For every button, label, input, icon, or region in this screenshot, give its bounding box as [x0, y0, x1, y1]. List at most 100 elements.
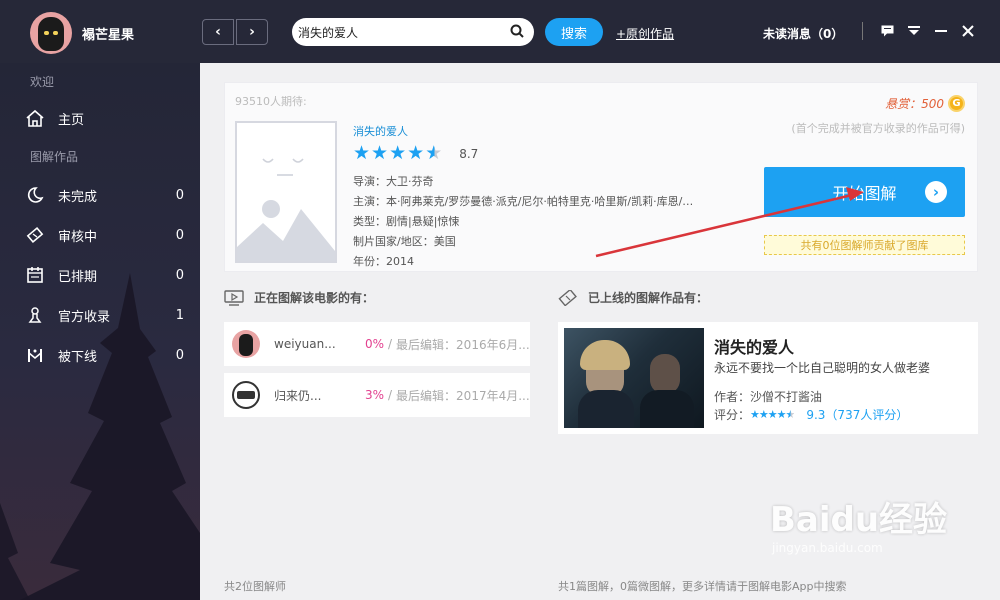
movie-region: 制片国家/地区：美国 [353, 235, 456, 248]
minimize-icon [935, 30, 947, 32]
sidebar-item-count: 0 [175, 227, 184, 243]
editor-separator: / [388, 337, 393, 351]
star-icon: ★ [389, 142, 407, 164]
back-button[interactable]: ‹ [202, 19, 234, 45]
sidebar-item-official[interactable]: 官方收录 1 [24, 302, 194, 328]
editor-last-edit: 最后编辑：2016年6月... [396, 337, 530, 352]
search-icon[interactable] [510, 24, 524, 38]
sidebar-item-label: 审核中 [58, 229, 98, 245]
movie-rating: 8.7 [459, 146, 479, 161]
sidebar-item-scheduled[interactable]: 已排期 0 [24, 262, 194, 288]
username: 褟芒星果 [82, 28, 135, 43]
start-illustrating-button[interactable]: 开始图解 › [764, 167, 965, 217]
bounty-label: 悬赏：500 [885, 97, 944, 111]
sidebar-item-label: 官方收录 [58, 309, 111, 325]
editor-separator: / [388, 388, 393, 402]
sidebar-item-label: 主页 [58, 112, 85, 128]
movie-title-link[interactable]: 消失的爱人 [353, 123, 408, 139]
editing-section-title: 正在图解该电影的有： [224, 289, 374, 306]
sidebar: 欢迎 主页 图解作品 未完成 0 审核中 0 已排期 0 官方收录 1 被下线 … [0, 63, 200, 600]
star-icon: ★ [353, 142, 371, 164]
work-tagline: 永远不要找一个比自己聪明的女人做老婆 [714, 361, 931, 375]
movie-genre: 类型：剧情|悬疑|惊悚 [353, 215, 460, 228]
published-work-card[interactable]: 消失的爱人 永远不要找一个比自己聪明的女人做老婆 作者：沙僧不打酱油 评分： ★… [558, 322, 978, 434]
chevron-left-icon: ‹ [215, 24, 221, 40]
search-box[interactable] [292, 18, 534, 46]
editor-row[interactable]: 归来仍... 3% / 最后编辑：2017年4月... [224, 373, 530, 417]
sidebar-item-label: 已排期 [58, 269, 98, 285]
top-bar: 褟芒星果 ‹ › 搜索 +原创作品 未读消息（0） [0, 0, 1000, 63]
section-title-label: 已上线的图解作品有： [588, 291, 709, 305]
editor-avatar [232, 330, 260, 358]
published-section-title: 已上线的图解作品有： [558, 289, 708, 306]
chevron-right-icon: › [249, 24, 255, 40]
sidebar-item-count: 0 [175, 187, 184, 203]
ticket-icon [558, 289, 577, 306]
sidebar-item-count: 0 [175, 267, 184, 283]
movie-star-rating: ★ ★ ★ ★ ★ 8.7 [353, 144, 478, 163]
editor-progress: 0% [364, 337, 384, 351]
message-button[interactable] [878, 22, 896, 40]
start-button-label: 开始图解 [832, 184, 897, 203]
work-rating: 评分： ★★★★ ★ 9.3（737人评分） [714, 406, 908, 423]
ticket-icon [24, 224, 46, 246]
editor-row[interactable]: weiyuan... 0% / 最后编辑：2016年6月... [224, 322, 530, 366]
offline-icon [24, 344, 46, 366]
editor-name: 归来仍... [274, 388, 322, 403]
toolbar-divider [862, 22, 863, 40]
sidebar-item-home[interactable]: 主页 [24, 105, 194, 131]
user-avatar[interactable] [30, 12, 72, 54]
tree-silhouette-illustration [0, 273, 200, 600]
poster-placeholder [235, 121, 337, 263]
movie-cast: 主演：本·阿弗莱克/罗莎曼德·派克/尼尔·帕特里克·哈里斯/凯莉·库恩/… [353, 195, 694, 208]
sidebar-item-count: 0 [175, 347, 184, 363]
sidebar-item-reviewing[interactable]: 审核中 0 [24, 222, 194, 248]
close-icon [962, 25, 974, 37]
image-placeholder-icon [237, 158, 335, 261]
welcome-label: 欢迎 [30, 75, 55, 89]
sidebar-item-unfinished[interactable]: 未完成 0 [24, 182, 194, 208]
chat-icon [881, 25, 893, 37]
editor-progress: 3% [364, 388, 384, 402]
sidebar-item-label: 未完成 [58, 189, 98, 205]
coin-icon: G [948, 95, 965, 112]
watermark-url: jingyan.baidu.com [772, 541, 883, 555]
half-star-icon: ★ [785, 408, 795, 421]
bounty-note: (首个完成并被官方收录的作品可得) [791, 122, 965, 135]
movie-year: 年份：2014 [353, 255, 414, 268]
star-icon: ★ [407, 142, 425, 164]
sidebar-item-count: 1 [175, 307, 184, 323]
editing-footer: 共2位图解师 [224, 580, 286, 593]
half-star-icon: ★ [425, 142, 443, 164]
home-icon [24, 107, 46, 129]
baidu-watermark: Baidu经验 jingyan.baidu.com [770, 492, 947, 555]
work-score: 9.3（737人评分） [806, 408, 909, 422]
original-works-link[interactable]: +原创作品 [616, 25, 674, 42]
expect-count: 93510人期待: [235, 95, 307, 108]
search-input[interactable] [298, 25, 504, 39]
video-play-icon [224, 289, 244, 306]
work-author: 作者：沙僧不打酱油 [714, 390, 823, 404]
sidebar-item-label: 被下线 [58, 349, 98, 365]
menu-button[interactable] [905, 22, 923, 40]
avatar-eye [53, 31, 58, 35]
avatar-eye [44, 31, 49, 35]
work-rating-label: 评分： [714, 408, 751, 422]
crescent-icon [24, 184, 46, 206]
published-footer: 共1篇图解，0篇微图解，更多详情请于图解电影App中搜索 [558, 580, 847, 593]
contributor-note: 共有0位图解师贡献了图库 [764, 235, 965, 255]
unread-messages[interactable]: 未读消息（0） [763, 25, 843, 42]
sidebar-item-offline[interactable]: 被下线 0 [24, 342, 194, 368]
editor-last-edit: 最后编辑：2017年4月... [396, 388, 530, 403]
bounty: 悬赏：500 G [885, 95, 965, 112]
trophy-icon [24, 304, 46, 326]
close-button[interactable] [959, 22, 977, 40]
star-icon: ★ [371, 142, 389, 164]
chevron-right-circle-icon: › [925, 181, 947, 203]
forward-button[interactable]: › [236, 19, 268, 45]
search-button[interactable]: 搜索 [545, 18, 603, 46]
minimize-button[interactable] [932, 22, 950, 40]
star-icon: ★★★★ [750, 408, 786, 421]
movie-still-image [564, 328, 704, 428]
editor-name: weiyuan... [274, 337, 336, 351]
